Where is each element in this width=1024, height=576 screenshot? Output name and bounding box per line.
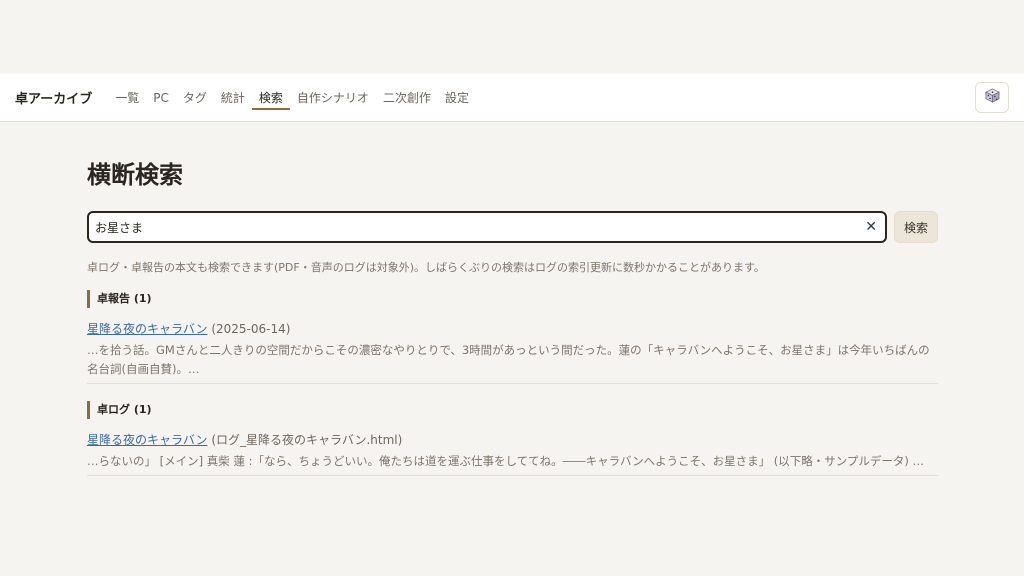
result-snippet: …らないの」 [メイン] 真柴 蓮 :「なら、ちょうどいい。俺たちは道を運ぶ仕事… xyxy=(87,454,925,468)
nav-item-search[interactable]: 検索 xyxy=(251,74,290,121)
search-row: ✕ 検索 xyxy=(87,211,938,243)
result-meta: (ログ_星降る夜のキャラバン.html) xyxy=(211,433,403,447)
result-item: 星降る夜のキャラバン (ログ_星降る夜のキャラバン.html) …らないの」 [… xyxy=(87,431,938,476)
result-meta: (2025-06-14) xyxy=(211,322,291,336)
search-page: 横断検索 ✕ 検索 卓ログ・卓報告の本文も検索できます(PDF・音声のログは対象… xyxy=(87,122,938,476)
result-title-line: 星降る夜のキャラバン (ログ_星降る夜のキャラバン.html) xyxy=(87,431,938,448)
nav-item-fan-works[interactable]: 二次創作 xyxy=(376,74,438,121)
nav-item-list[interactable]: 一覧 xyxy=(108,74,146,121)
result-snippet: …を拾う話。GMさんと二人きりの空間だからこその濃密なやりとりで、3時間があっと… xyxy=(87,343,930,376)
nav-item-pc[interactable]: PC xyxy=(146,74,176,121)
nav-item-original-scenarios[interactable]: 自作シナリオ xyxy=(290,74,376,121)
section-heading-logs: 卓ログ (1) xyxy=(87,401,938,419)
section-heading-reports: 卓報告 (1) xyxy=(87,290,938,308)
app-brand[interactable]: 卓アーカイブ xyxy=(15,88,92,107)
top-navigation-bar: 卓アーカイブ 一覧 PC タグ 統計 検索 自作シナリオ 二次創作 設定 xyxy=(0,74,1024,122)
search-box: ✕ xyxy=(87,211,887,243)
result-link[interactable]: 星降る夜のキャラバン xyxy=(87,433,207,447)
search-button[interactable]: 検索 xyxy=(894,211,938,243)
result-item: 星降る夜のキャラバン (2025-06-14) …を拾う話。GMさんと二人きりの… xyxy=(87,320,938,384)
dice-button[interactable] xyxy=(975,82,1009,113)
result-link[interactable]: 星降る夜のキャラバン xyxy=(87,322,207,336)
nav-item-stats[interactable]: 統計 xyxy=(214,74,252,121)
result-title-line: 星降る夜のキャラバン (2025-06-14) xyxy=(87,320,938,337)
dice-icon xyxy=(984,88,1000,107)
nav-item-settings[interactable]: 設定 xyxy=(438,74,476,121)
search-help-text: 卓ログ・卓報告の本文も検索できます(PDF・音声のログは対象外)。しばらくぶりの… xyxy=(87,261,765,274)
page-title: 横断検索 xyxy=(87,161,183,189)
nav-item-tags[interactable]: タグ xyxy=(176,74,214,121)
main-nav: 一覧 PC タグ 統計 検索 自作シナリオ 二次創作 設定 xyxy=(108,74,476,121)
search-input[interactable] xyxy=(89,213,885,241)
clear-icon[interactable]: ✕ xyxy=(865,220,877,234)
